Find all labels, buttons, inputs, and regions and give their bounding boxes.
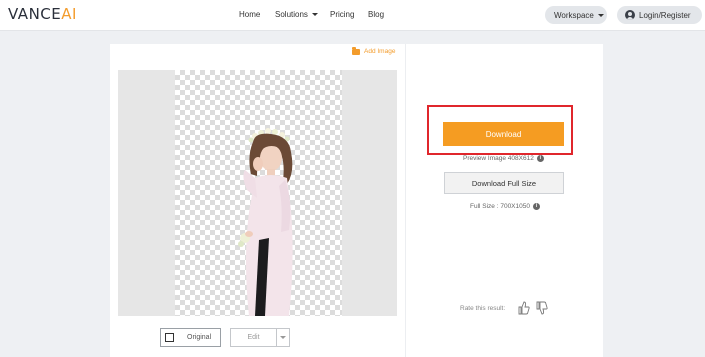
top-header: VANCEAI Home Solutions Pricing Blog Work… xyxy=(0,0,705,31)
login-register-button[interactable]: Login/Register xyxy=(617,6,702,24)
full-size-text: Full Size : 700X1050 xyxy=(470,203,530,210)
add-image-button[interactable]: Add Image xyxy=(352,46,396,55)
nav-solutions-label: Solutions xyxy=(275,10,308,19)
original-checkbox[interactable] xyxy=(165,333,174,342)
original-toggle[interactable]: Original xyxy=(160,328,221,347)
edit-label[interactable]: Edit xyxy=(231,329,277,346)
full-size-info: Full Size : 700X1050 i xyxy=(470,203,540,210)
user-icon xyxy=(625,10,635,20)
preview-size-info: Preview Image 408X612 i xyxy=(463,155,544,162)
download-button[interactable]: Download xyxy=(443,122,564,146)
chevron-down-icon xyxy=(280,336,286,339)
result-image xyxy=(238,128,293,316)
original-label: Original xyxy=(187,334,212,341)
edit-caret[interactable] xyxy=(277,336,289,339)
thumbs-up-icon[interactable] xyxy=(518,301,530,315)
nav-pricing[interactable]: Pricing xyxy=(330,10,354,19)
workspace-label: Workspace xyxy=(554,10,594,20)
chevron-down-icon xyxy=(311,13,318,17)
folder-icon xyxy=(352,46,360,55)
edit-dropdown[interactable]: Edit xyxy=(230,328,290,347)
info-icon[interactable]: i xyxy=(536,155,544,162)
panel-divider xyxy=(405,44,406,357)
login-label: Login/Register xyxy=(639,10,691,20)
rate-label: Rate this result: xyxy=(460,305,506,312)
logo-accent-text: AI xyxy=(61,5,77,23)
logo-main-text: VANCE xyxy=(8,5,62,23)
nav-solutions[interactable]: Solutions xyxy=(275,10,318,19)
add-image-label: Add Image xyxy=(364,48,396,55)
vanceai-logo[interactable]: VANCEAI xyxy=(8,5,77,23)
download-full-size-button[interactable]: Download Full Size xyxy=(444,172,564,194)
preview-size-text: Preview Image 408X612 xyxy=(463,155,534,162)
info-icon[interactable]: i xyxy=(532,203,540,210)
chevron-down-icon xyxy=(597,13,604,17)
workspace-dropdown[interactable]: Workspace xyxy=(545,6,607,24)
nav-home[interactable]: Home xyxy=(239,10,260,19)
nav-blog[interactable]: Blog xyxy=(368,10,384,19)
thumbs-down-icon[interactable] xyxy=(536,301,548,315)
